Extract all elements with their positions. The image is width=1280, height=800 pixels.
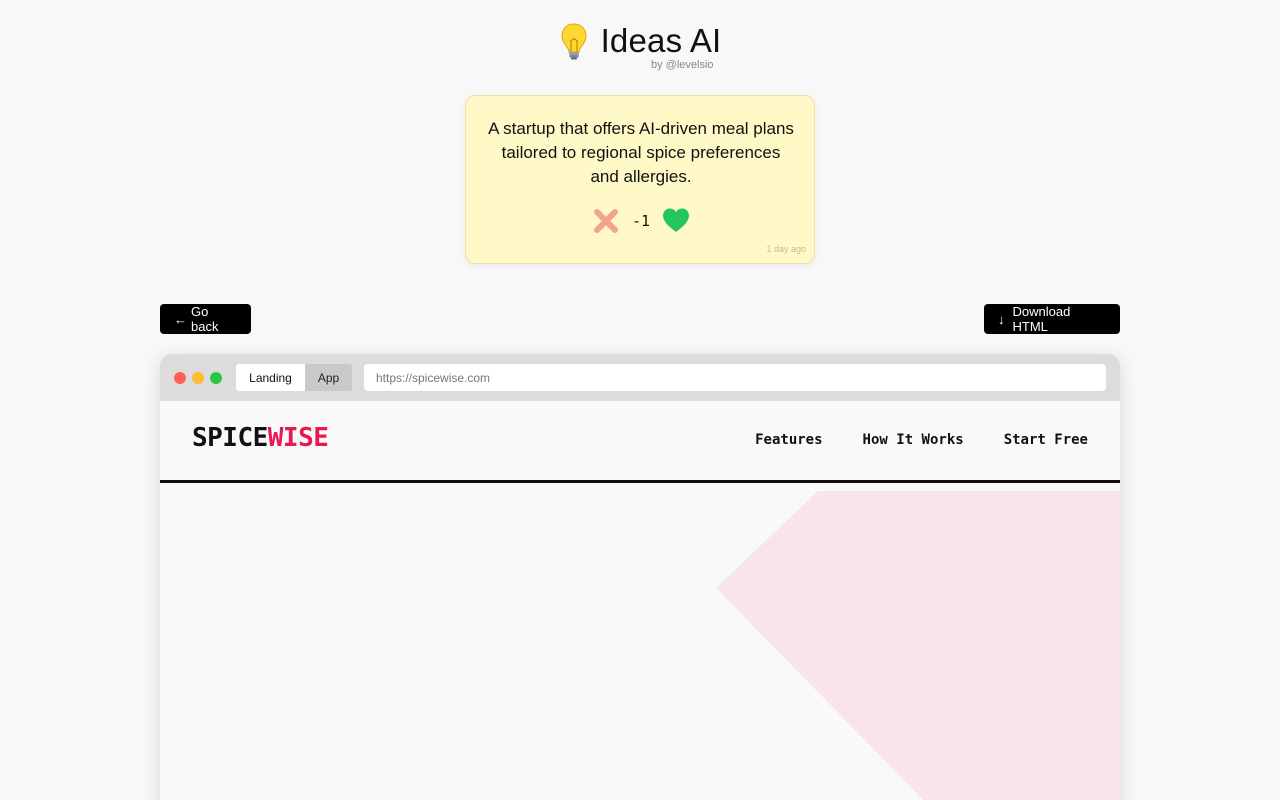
maximize-dot (210, 372, 222, 384)
idea-card: A startup that offers AI-driven meal pla… (465, 95, 815, 264)
download-html-button[interactable]: ↓ Download HTML (984, 304, 1120, 334)
logo-part-spice: SPICE (192, 423, 268, 453)
nav-link-how-it-works[interactable]: How It Works (863, 432, 964, 448)
browser-toolbar: Landing App https://spicewise.com (160, 354, 1120, 401)
preview-logo[interactable]: SPICEWISE (192, 423, 329, 453)
site-header: Ideas AI by @levelsio (0, 22, 1280, 71)
url-text: https://spicewise.com (376, 370, 491, 385)
hero-decorative-shape (716, 491, 1120, 800)
tab-app[interactable]: App (305, 364, 352, 391)
go-back-label: Go back (191, 304, 219, 334)
logo-part-wise: WISE (267, 423, 329, 453)
byline[interactable]: by @levelsio (651, 59, 714, 71)
site-title: Ideas AI (559, 22, 722, 60)
idea-text: A startup that offers AI-driven meal pla… (488, 119, 794, 186)
lightbulb-icon (561, 23, 587, 60)
tab-landing[interactable]: Landing (236, 364, 305, 391)
nav-link-start-free[interactable]: Start Free (1004, 432, 1088, 448)
preview-hero (160, 487, 1120, 800)
browser-preview: Landing App https://spicewise.com SPICEW… (160, 354, 1120, 800)
cross-icon[interactable] (592, 207, 620, 235)
vote-row: -1 (466, 206, 816, 236)
preview-navbar: SPICEWISE Features How It Works Start Fr… (160, 401, 1120, 483)
timestamp: 1 day ago (766, 244, 806, 254)
heart-icon[interactable] (662, 207, 690, 235)
go-back-button[interactable]: ← Go back (160, 304, 251, 334)
download-html-label: Download HTML (1012, 304, 1071, 334)
vote-count: -1 (631, 212, 651, 230)
app-title: Ideas AI (600, 22, 722, 59)
preview-nav-links: Features How It Works Start Free (755, 432, 1088, 448)
arrow-left-icon: ← (174, 311, 187, 327)
url-bar[interactable]: https://spicewise.com (364, 364, 1106, 391)
arrow-down-icon: ↓ (998, 311, 1005, 327)
nav-link-features[interactable]: Features (755, 432, 822, 448)
minimize-dot (192, 372, 204, 384)
close-dot (174, 372, 186, 384)
